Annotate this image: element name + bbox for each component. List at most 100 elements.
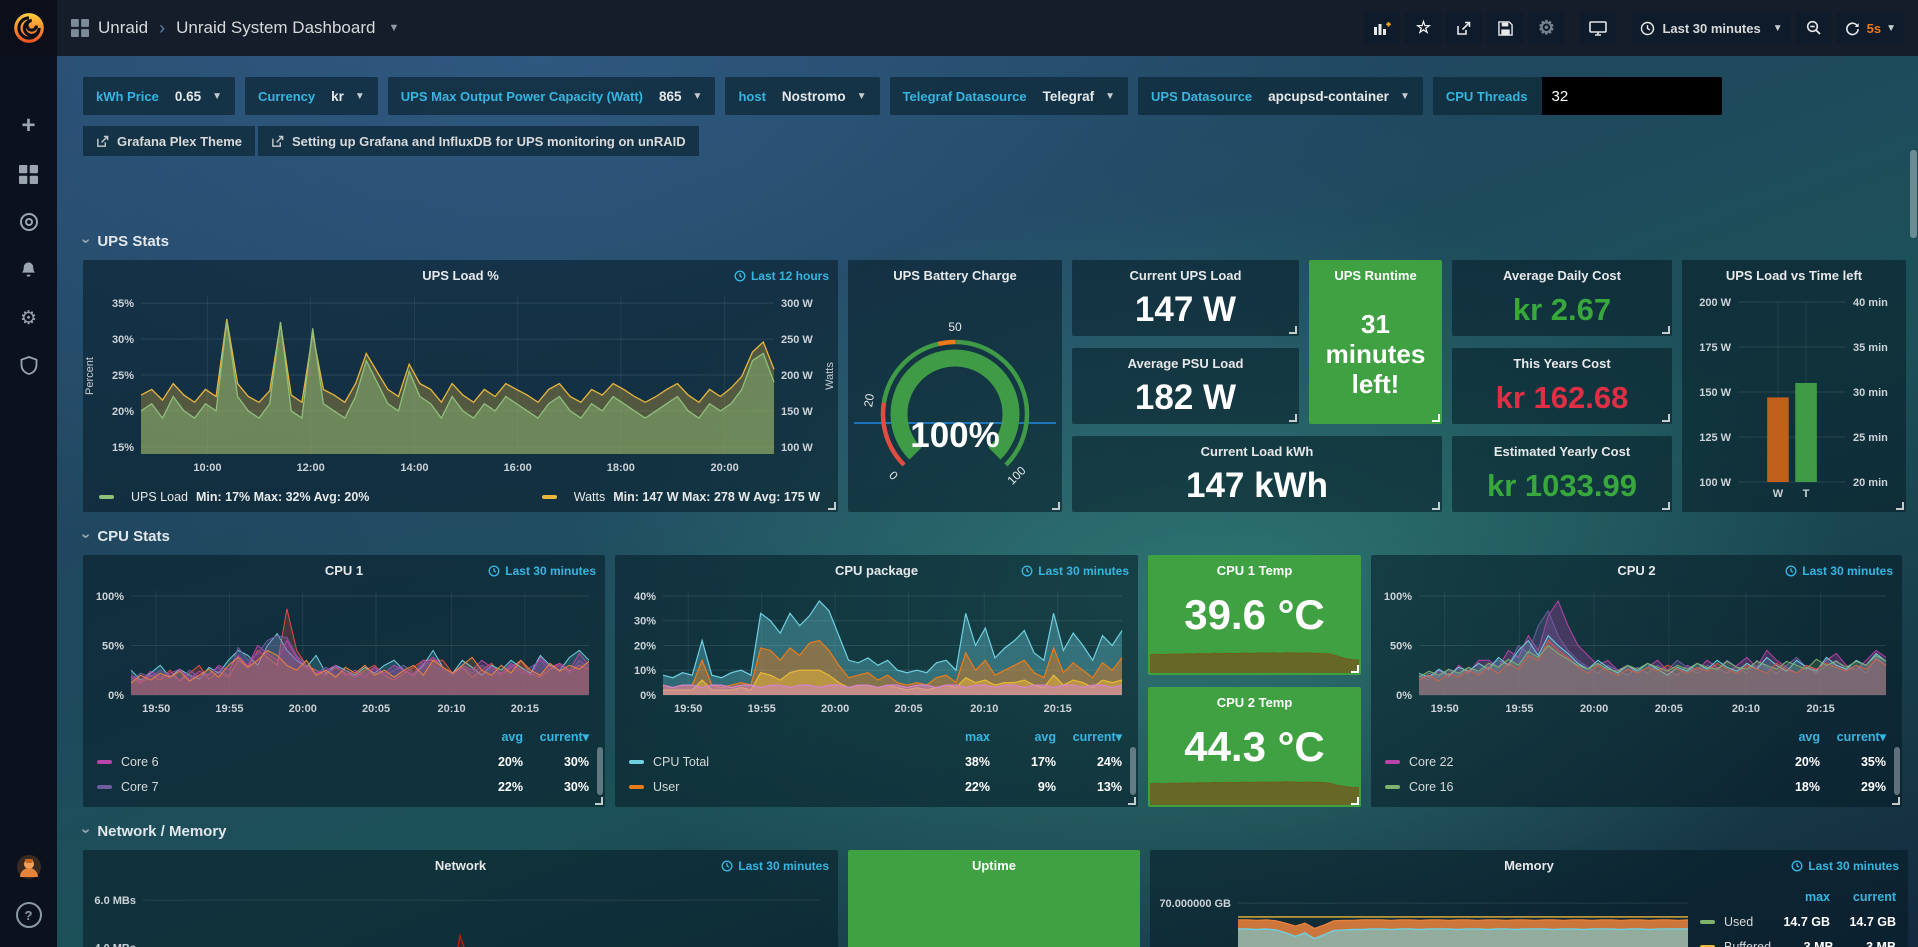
legend-series-name[interactable]: Buffered (1724, 940, 1771, 947)
legend-series-name[interactable]: Core 16 (1409, 780, 1754, 794)
legend-header[interactable]: current▾ (1820, 729, 1886, 744)
caret-down-icon: ▼ (1400, 91, 1410, 102)
panel-title[interactable]: Average Daily Cost (1452, 260, 1672, 283)
grafana-logo[interactable] (0, 0, 57, 56)
panel-title[interactable]: Current Load kWh (1072, 436, 1442, 459)
zoom-out-time-button[interactable] (1796, 13, 1832, 43)
panel-title[interactable]: Current UPS Load (1072, 260, 1299, 283)
variable-kwh-price[interactable]: kWh Price 0.65▼ (83, 77, 235, 115)
admin-shield-icon[interactable] (0, 342, 57, 390)
panel-title[interactable]: Estimated Yearly Cost (1452, 436, 1672, 459)
memory-chart[interactable]: 50.000000 GB60.000000 GB70.000000 GB (1156, 878, 1696, 947)
svg-text:20:05: 20:05 (1655, 703, 1683, 715)
panel-ups-load-vs-time-left: UPS Load vs Time left 100 W125 W150 W175… (1682, 260, 1906, 512)
legend-swatch (97, 785, 112, 789)
breadcrumb-app[interactable]: Unraid (98, 18, 148, 38)
alerting-bell-icon[interactable] (0, 246, 57, 294)
network-chart[interactable]: 2.0 MBs4.0 MBs6.0 MBs (89, 878, 832, 947)
page-scrollbar-thumb[interactable] (1910, 150, 1917, 238)
svg-text:6.0 MBs: 6.0 MBs (94, 895, 136, 907)
dashboard-settings-button[interactable]: ⚙ (1528, 13, 1564, 43)
panel-title[interactable]: CPU 1 Temp (1148, 555, 1361, 578)
panel-title[interactable]: UPS Runtime (1309, 260, 1442, 283)
panel-title[interactable]: UPS Load % (83, 260, 838, 283)
svg-text:4.0 MBs: 4.0 MBs (94, 942, 136, 947)
star-dashboard-button[interactable]: ☆ (1405, 13, 1441, 43)
legend-header[interactable]: current▾ (1056, 729, 1122, 744)
legend-header[interactable]: current▾ (523, 729, 589, 744)
legend-header[interactable]: max (1764, 890, 1830, 904)
panel-time-badge[interactable]: Last 30 minutes (721, 859, 829, 873)
cpu-package-chart[interactable]: 0%10%20%30%40%19:5019:5520:0020:0520:102… (621, 583, 1132, 717)
panel-time-badge[interactable]: Last 30 minutes (1785, 564, 1893, 578)
link-grafana-plex-theme[interactable]: Grafana Plex Theme (83, 126, 255, 156)
share-dashboard-button[interactable] (1446, 13, 1482, 43)
save-dashboard-button[interactable] (1487, 13, 1523, 43)
panel-title[interactable]: Uptime (848, 850, 1140, 873)
svg-text:20:00: 20:00 (1580, 703, 1608, 715)
legend-series-name[interactable]: CPU Total (653, 755, 924, 769)
variable-telegraf-datasource[interactable]: Telegraf Datasource Telegraf▼ (890, 77, 1128, 115)
dashboard-grid-icon[interactable] (71, 19, 89, 37)
panel-title[interactable]: CPU 2 Temp (1148, 687, 1361, 710)
legend-series-name[interactable]: Used (1724, 915, 1764, 929)
dashboards-icon[interactable] (0, 150, 57, 198)
legend-header[interactable]: avg (1754, 730, 1820, 744)
cpu2-chart[interactable]: 0%50%100%19:5019:5520:0020:0520:1020:15 (1377, 583, 1896, 717)
ups-bar-chart[interactable]: 100 W125 W150 W175 W200 W20 min25 min30 … (1688, 292, 1900, 502)
cpu1-temp-sparkline (1150, 641, 1359, 673)
cpu-threads-input[interactable] (1542, 77, 1722, 115)
svg-text:50%: 50% (1390, 640, 1412, 652)
ups-load-chart[interactable]: 15%20%25%30%35%100 W150 W200 W250 W300 W… (91, 288, 830, 476)
section-network-memory[interactable]: › Network / Memory (83, 820, 1908, 842)
legend-series-name[interactable]: Core 7 (121, 780, 457, 794)
section-cpu-stats[interactable]: › CPU Stats (83, 525, 1908, 547)
refresh-button[interactable]: 5s ▼ (1837, 13, 1904, 43)
help-icon[interactable]: ? (0, 891, 57, 939)
legend-header[interactable]: max (924, 730, 990, 744)
legend-series-name[interactable]: UPS Load (131, 490, 188, 504)
svg-text:10:00: 10:00 (193, 462, 221, 474)
panel-current-ups-load: Current UPS Load 147 W (1072, 260, 1299, 336)
chevron-down-icon: › (78, 238, 94, 243)
legend-scrollbar[interactable] (1130, 747, 1136, 795)
panel-title[interactable]: UPS Battery Charge (848, 260, 1062, 283)
configuration-gear-icon[interactable]: ⚙ (0, 294, 57, 342)
add-panel-button[interactable] (1364, 13, 1400, 43)
section-ups-stats[interactable]: › UPS Stats (83, 230, 1908, 252)
title-caret-icon[interactable]: ▼ (388, 22, 399, 34)
legend-scrollbar[interactable] (1894, 747, 1900, 795)
stat-value: 147 W (1072, 290, 1299, 330)
cpu-temps-column: CPU 1 Temp 39.6 °C CPU 2 Temp 44.3 °C (1148, 555, 1361, 807)
legend-series-name[interactable]: Core 22 (1409, 755, 1754, 769)
time-range-picker[interactable]: Last 30 minutes ▼ (1632, 13, 1790, 43)
variable-currency[interactable]: Currency kr▼ (245, 77, 378, 115)
cpu1-chart[interactable]: 0%50%100%19:5019:5520:0020:0520:1020:15 (89, 583, 599, 717)
panel-time-badge[interactable]: Last 30 minutes (1021, 564, 1129, 578)
refresh-interval-label[interactable]: 5s (1867, 21, 1881, 36)
variable-ups-max-output[interactable]: UPS Max Output Power Capacity (Watt) 865… (388, 77, 716, 115)
svg-text:25%: 25% (112, 370, 134, 382)
legend-series-name[interactable]: User (653, 780, 924, 794)
variable-host[interactable]: host Nostromo▼ (725, 77, 879, 115)
panel-cpu1-temp: CPU 1 Temp 39.6 °C (1148, 555, 1361, 675)
panel-title[interactable]: This Years Cost (1452, 348, 1672, 371)
legend-series-name[interactable]: Core 6 (121, 755, 457, 769)
panel-time-badge[interactable]: Last 30 minutes (488, 564, 596, 578)
legend-header[interactable]: current (1830, 890, 1896, 904)
explore-icon[interactable] (0, 198, 57, 246)
panel-time-badge[interactable]: Last 30 minutes (1791, 859, 1899, 873)
legend-header[interactable]: avg (457, 730, 523, 744)
legend-scrollbar[interactable] (597, 747, 603, 795)
legend-series-name[interactable]: Watts (574, 490, 605, 504)
panel-title[interactable]: UPS Load vs Time left (1682, 260, 1906, 283)
variable-ups-datasource[interactable]: UPS Datasource apcupsd-container▼ (1138, 77, 1423, 115)
dashboard-title[interactable]: Unraid System Dashboard (176, 18, 375, 38)
create-icon[interactable]: + (0, 102, 57, 150)
legend-header[interactable]: avg (990, 730, 1056, 744)
link-ups-monitoring-guide[interactable]: Setting up Grafana and InfluxDB for UPS … (258, 126, 699, 156)
cycle-view-mode-button[interactable] (1580, 13, 1616, 43)
user-avatar[interactable] (0, 843, 57, 891)
panel-time-badge[interactable]: Last 12 hours (734, 269, 829, 283)
panel-title[interactable]: Average PSU Load (1072, 348, 1299, 371)
